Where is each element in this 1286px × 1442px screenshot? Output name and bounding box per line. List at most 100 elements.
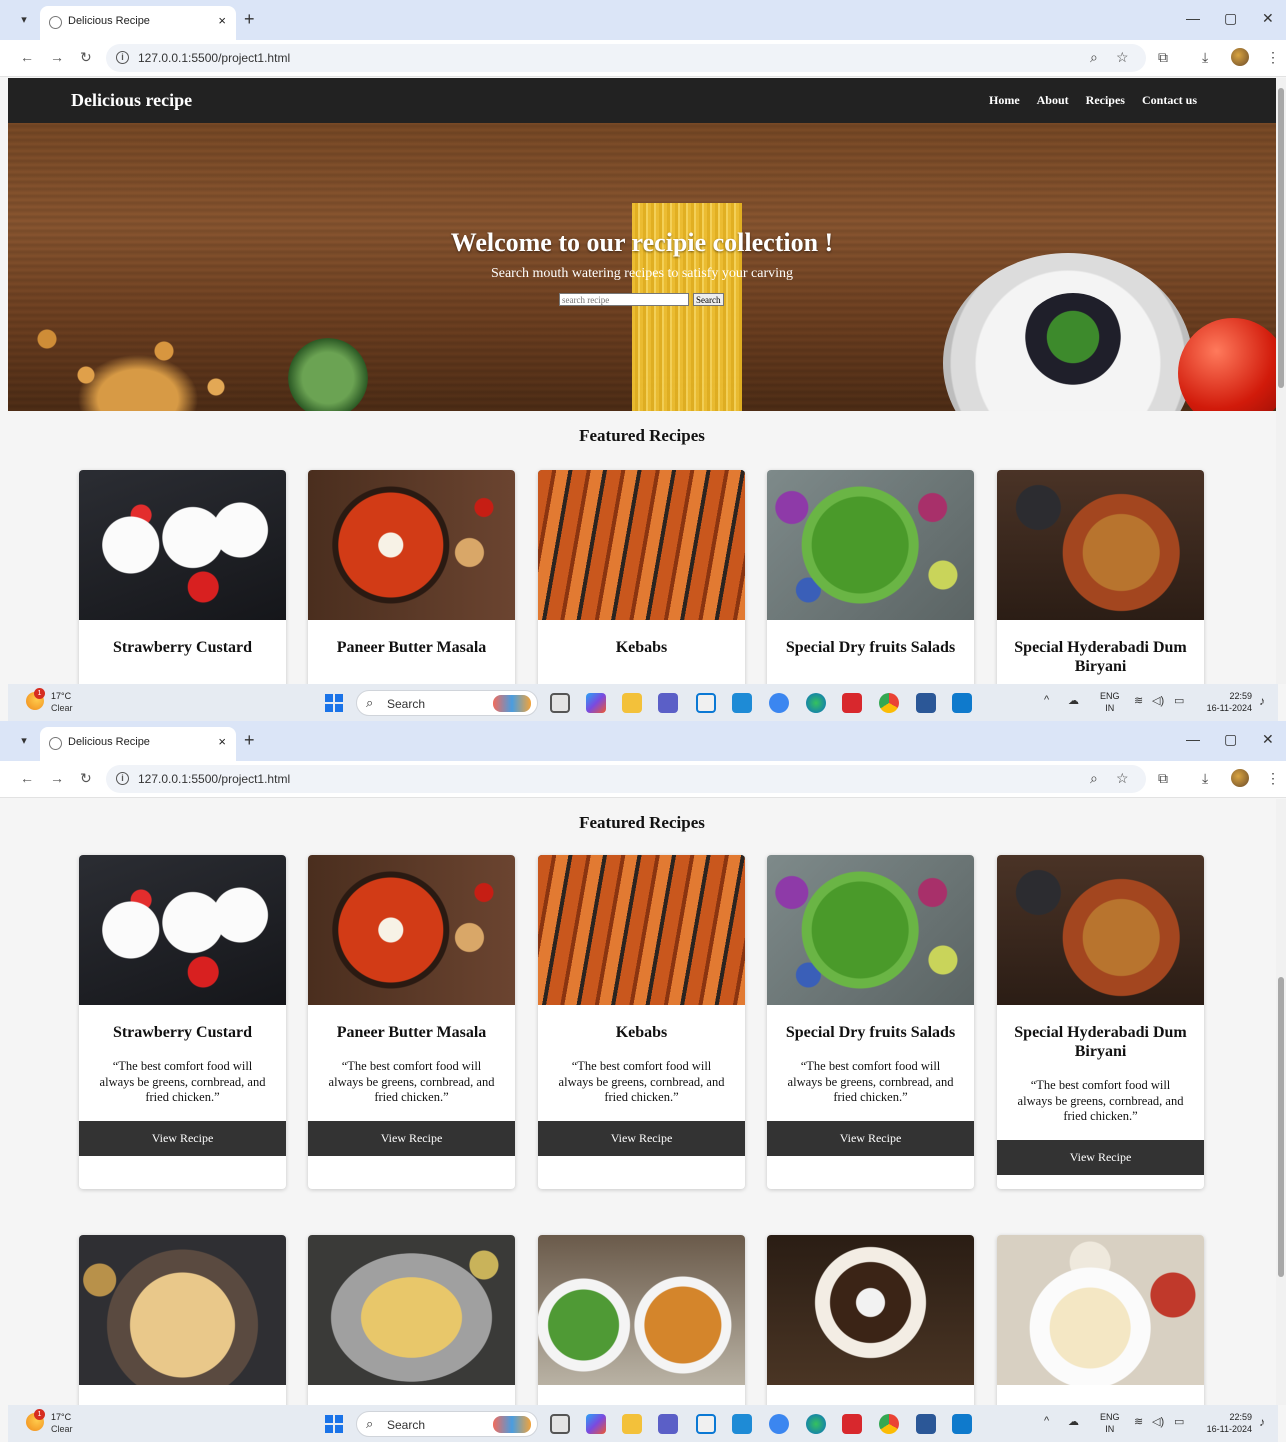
back-icon[interactable]: ←: [20, 770, 34, 786]
battery-icon[interactable]: ▭: [1174, 694, 1184, 707]
vscode-icon[interactable]: [952, 693, 972, 713]
taskbar-search[interactable]: ⌕ Search: [356, 690, 538, 716]
start-icon[interactable]: [325, 1415, 343, 1433]
volume-icon[interactable]: ◁): [1152, 1415, 1164, 1428]
copilot-icon[interactable]: [586, 693, 606, 713]
view-recipe-button[interactable]: View Recipe: [538, 1120, 745, 1156]
nav-link-recipes[interactable]: Recipes: [1086, 93, 1125, 108]
language-indicator[interactable]: ENG IN: [1100, 690, 1120, 714]
site-brand[interactable]: Delicious recipe: [71, 90, 192, 111]
weather-condition[interactable]: Clear: [51, 703, 73, 713]
close-window-button[interactable]: ✕: [1262, 731, 1274, 748]
address-bar[interactable]: i 127.0.0.1:5500/project1.html ⌕ ☆: [106, 765, 1146, 793]
word-icon[interactable]: [916, 1414, 936, 1434]
reload-icon[interactable]: ↻: [80, 49, 92, 66]
recipe-search-button[interactable]: Search: [693, 293, 724, 306]
download-icon[interactable]: ⤓: [1202, 49, 1208, 66]
mydesk-icon[interactable]: [732, 693, 752, 713]
system-clock[interactable]: 22:59 16-11-2024: [1196, 690, 1252, 714]
scrollbar-thumb[interactable]: [1278, 977, 1284, 1277]
extensions-icon[interactable]: ⧉: [1158, 770, 1168, 787]
store-icon[interactable]: [696, 693, 716, 713]
chrome-icon[interactable]: [879, 693, 899, 713]
view-recipe-button[interactable]: View Recipe: [997, 1139, 1204, 1175]
onedrive-icon[interactable]: ☁: [1068, 1415, 1079, 1428]
task-view-icon[interactable]: [550, 1414, 570, 1434]
system-clock[interactable]: 22:59 16-11-2024: [1196, 1411, 1252, 1435]
minimize-button[interactable]: —: [1186, 10, 1200, 26]
wifi-icon[interactable]: ≋: [1134, 1415, 1143, 1428]
mcafee-icon[interactable]: [842, 693, 862, 713]
mcafee-icon[interactable]: [842, 1414, 862, 1434]
info-icon[interactable]: i: [116, 51, 129, 64]
minimize-button[interactable]: —: [1186, 731, 1200, 747]
more-icon[interactable]: ⋮: [1266, 49, 1280, 66]
battery-icon[interactable]: ▭: [1174, 1415, 1184, 1428]
volume-icon[interactable]: ◁): [1152, 694, 1164, 707]
vscode-icon[interactable]: [952, 1414, 972, 1434]
store-icon[interactable]: [696, 1414, 716, 1434]
task-view-icon[interactable]: [550, 693, 570, 713]
browser-tab[interactable]: Delicious Recipe ×: [40, 6, 236, 40]
file-explorer-icon[interactable]: [622, 1414, 642, 1434]
star-icon[interactable]: ☆: [1116, 770, 1129, 787]
tray-chevron-up-icon[interactable]: ^: [1044, 694, 1049, 706]
page-scrollbar[interactable]: [1276, 78, 1286, 684]
url-text[interactable]: 127.0.0.1:5500/project1.html: [138, 51, 290, 65]
copilot-icon[interactable]: [586, 1414, 606, 1434]
reload-icon[interactable]: ↻: [80, 770, 92, 787]
download-icon[interactable]: ⤓: [1202, 770, 1208, 787]
word-icon[interactable]: [916, 693, 936, 713]
info-icon[interactable]: i: [116, 772, 129, 785]
restore-button[interactable]: ▢: [1224, 731, 1237, 748]
start-icon[interactable]: [325, 694, 343, 712]
view-recipe-button[interactable]: View Recipe: [767, 1120, 974, 1156]
new-tab-button[interactable]: +: [244, 730, 255, 751]
tray-chevron-up-icon[interactable]: ^: [1044, 1415, 1049, 1427]
profile-icon[interactable]: [1231, 769, 1249, 787]
teams-icon[interactable]: [658, 1414, 678, 1434]
onedrive-icon[interactable]: ☁: [1068, 694, 1079, 707]
language-indicator[interactable]: ENG IN: [1100, 1411, 1120, 1435]
weather-temperature[interactable]: 17°C: [51, 1412, 71, 1422]
url-text[interactable]: 127.0.0.1:5500/project1.html: [138, 772, 290, 786]
tab-search-chevron-down-icon[interactable]: ▾: [14, 731, 34, 751]
view-recipe-button[interactable]: View Recipe: [79, 1120, 286, 1156]
new-tab-button[interactable]: +: [244, 9, 255, 30]
close-window-button[interactable]: ✕: [1262, 10, 1274, 27]
weather-condition[interactable]: Clear: [51, 1424, 73, 1434]
bell-icon[interactable]: ♪: [1259, 1415, 1265, 1429]
view-recipe-button[interactable]: View Recipe: [308, 1120, 515, 1156]
wifi-icon[interactable]: ≋: [1134, 694, 1143, 707]
restore-button[interactable]: ▢: [1224, 10, 1237, 27]
chrome-alt-icon[interactable]: [769, 1414, 789, 1434]
chrome-alt-icon[interactable]: [769, 693, 789, 713]
page-scrollbar[interactable]: [1276, 799, 1286, 1405]
zoom-icon[interactable]: ⌕: [1090, 770, 1098, 787]
tab-close-icon[interactable]: ×: [218, 734, 226, 749]
address-bar[interactable]: i 127.0.0.1:5500/project1.html ⌕ ☆: [106, 44, 1146, 72]
tab-close-icon[interactable]: ×: [218, 13, 226, 28]
profile-icon[interactable]: [1231, 48, 1249, 66]
taskbar-search[interactable]: ⌕ Search: [356, 1411, 538, 1437]
zoom-icon[interactable]: ⌕: [1090, 49, 1098, 66]
extensions-icon[interactable]: ⧉: [1158, 49, 1168, 66]
mydesk-icon[interactable]: [732, 1414, 752, 1434]
more-icon[interactable]: ⋮: [1266, 770, 1280, 787]
forward-icon[interactable]: →: [50, 49, 64, 65]
edge-icon[interactable]: [806, 1414, 826, 1434]
weather-temperature[interactable]: 17°C: [51, 691, 71, 701]
forward-icon[interactable]: →: [50, 770, 64, 786]
back-icon[interactable]: ←: [20, 49, 34, 65]
bell-icon[interactable]: ♪: [1259, 694, 1265, 708]
recipe-search-input[interactable]: [559, 293, 689, 306]
star-icon[interactable]: ☆: [1116, 49, 1129, 66]
browser-tab[interactable]: Delicious Recipe ×: [40, 727, 236, 761]
nav-link-home[interactable]: Home: [989, 93, 1020, 108]
edge-icon[interactable]: [806, 693, 826, 713]
chrome-icon[interactable]: [879, 1414, 899, 1434]
teams-icon[interactable]: [658, 693, 678, 713]
nav-link-about[interactable]: About: [1037, 93, 1069, 108]
nav-link-contact[interactable]: Contact us: [1142, 93, 1197, 108]
file-explorer-icon[interactable]: [622, 693, 642, 713]
